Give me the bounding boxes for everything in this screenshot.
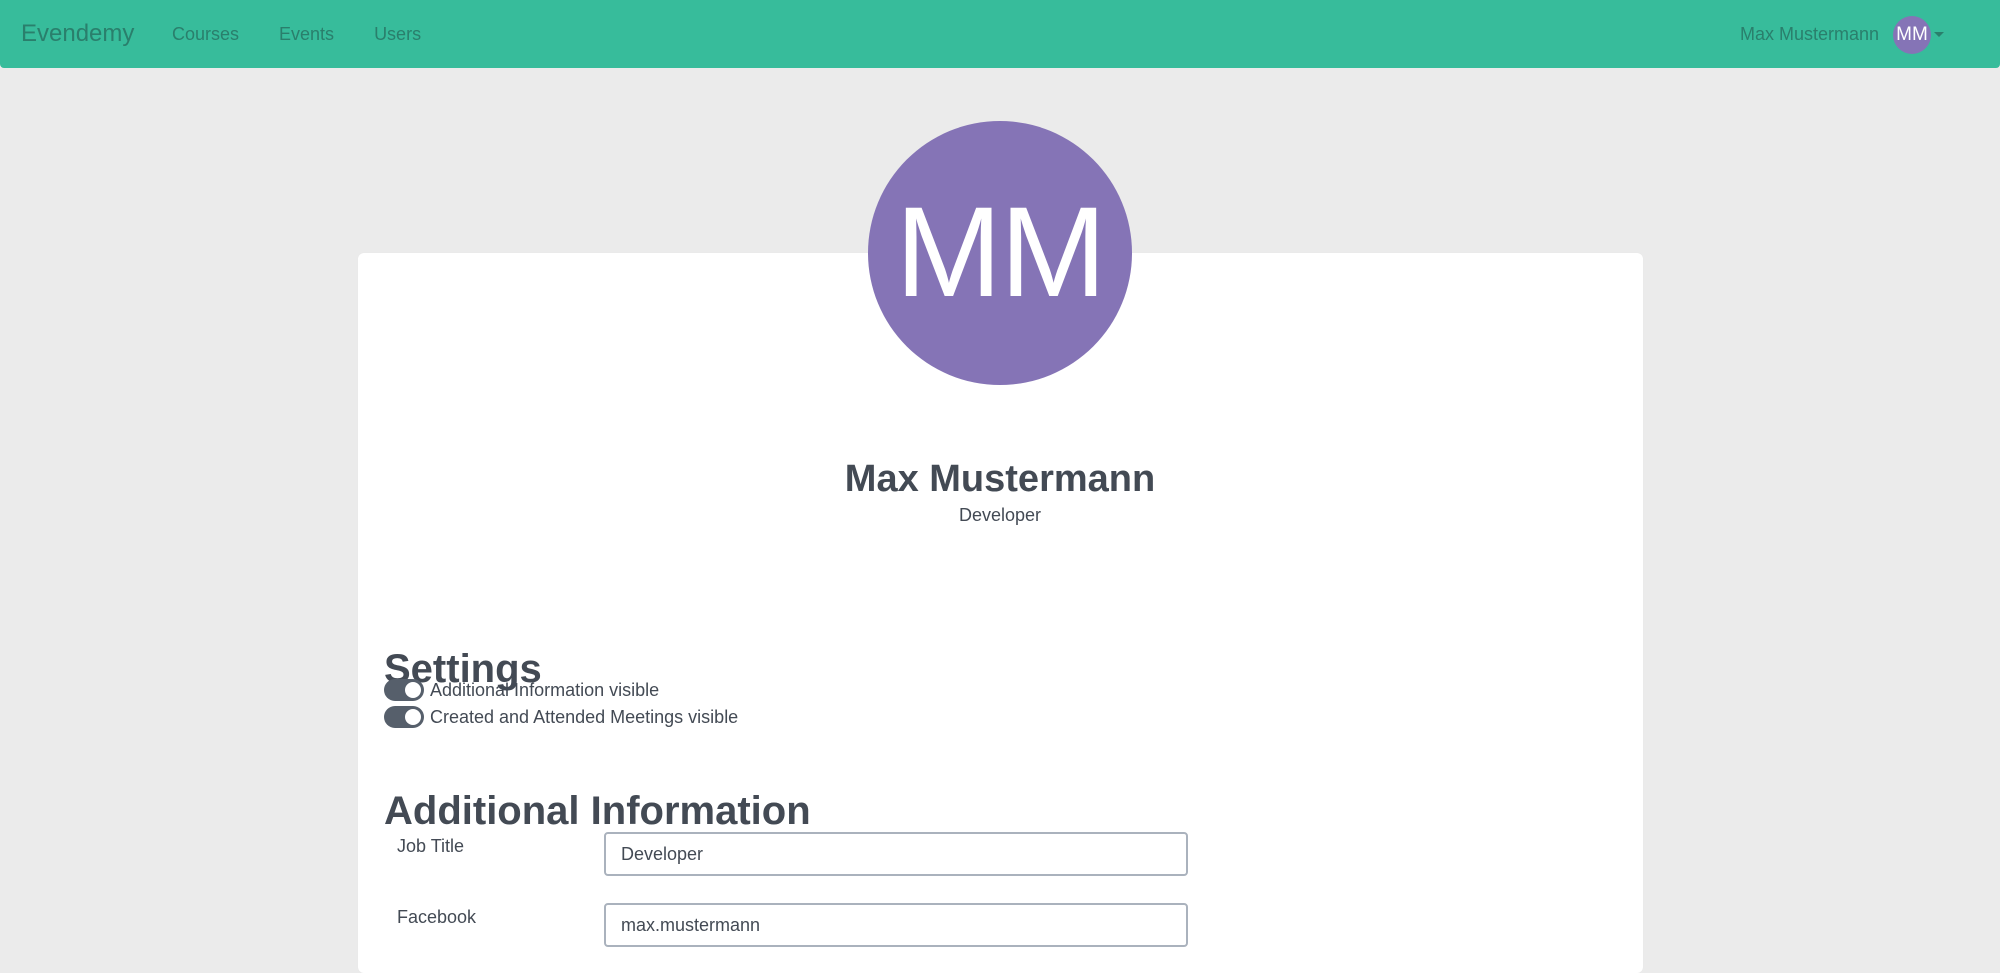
- top-navbar: Evendemy Courses Events Users Max Muster…: [0, 0, 2000, 68]
- nav-link-events[interactable]: Events: [279, 22, 334, 46]
- toggle-knob: [405, 709, 421, 725]
- additional-info-heading: Additional Information: [384, 789, 811, 834]
- profile-avatar: MM: [868, 121, 1132, 385]
- setting-additional-info-visible: Additional Information visible: [384, 678, 659, 702]
- job-title-label: Job Title: [397, 836, 465, 856]
- facebook-label: Facebook: [397, 907, 477, 927]
- user-menu-dropdown[interactable]: Max Mustermann MM: [1740, 15, 1944, 54]
- user-avatar[interactable]: MM: [1893, 15, 1931, 54]
- brand-logo[interactable]: Evendemy: [21, 20, 134, 48]
- job-title-input[interactable]: [604, 832, 1188, 876]
- setting-meetings-visible: Created and Attended Meetings visible: [384, 705, 738, 729]
- nav-link-courses[interactable]: Courses: [172, 22, 239, 46]
- profile-name: Max Mustermann: [844, 458, 1156, 501]
- user-name-label: Max Mustermann: [1739, 24, 1879, 44]
- meetings-visible-toggle[interactable]: [384, 706, 424, 728]
- main-nav: Courses Events Users: [172, 22, 461, 46]
- profile-job-title: Developer: [958, 505, 1042, 525]
- additional-info-visible-label: Additional Information visible: [430, 680, 660, 700]
- facebook-input[interactable]: [604, 903, 1188, 947]
- meetings-visible-label: Created and Attended Meetings visible: [430, 707, 739, 727]
- toggle-knob: [405, 682, 421, 698]
- nav-link-users[interactable]: Users: [374, 22, 421, 46]
- caret-down-icon[interactable]: [1934, 32, 1944, 37]
- additional-info-visible-toggle[interactable]: [384, 679, 424, 701]
